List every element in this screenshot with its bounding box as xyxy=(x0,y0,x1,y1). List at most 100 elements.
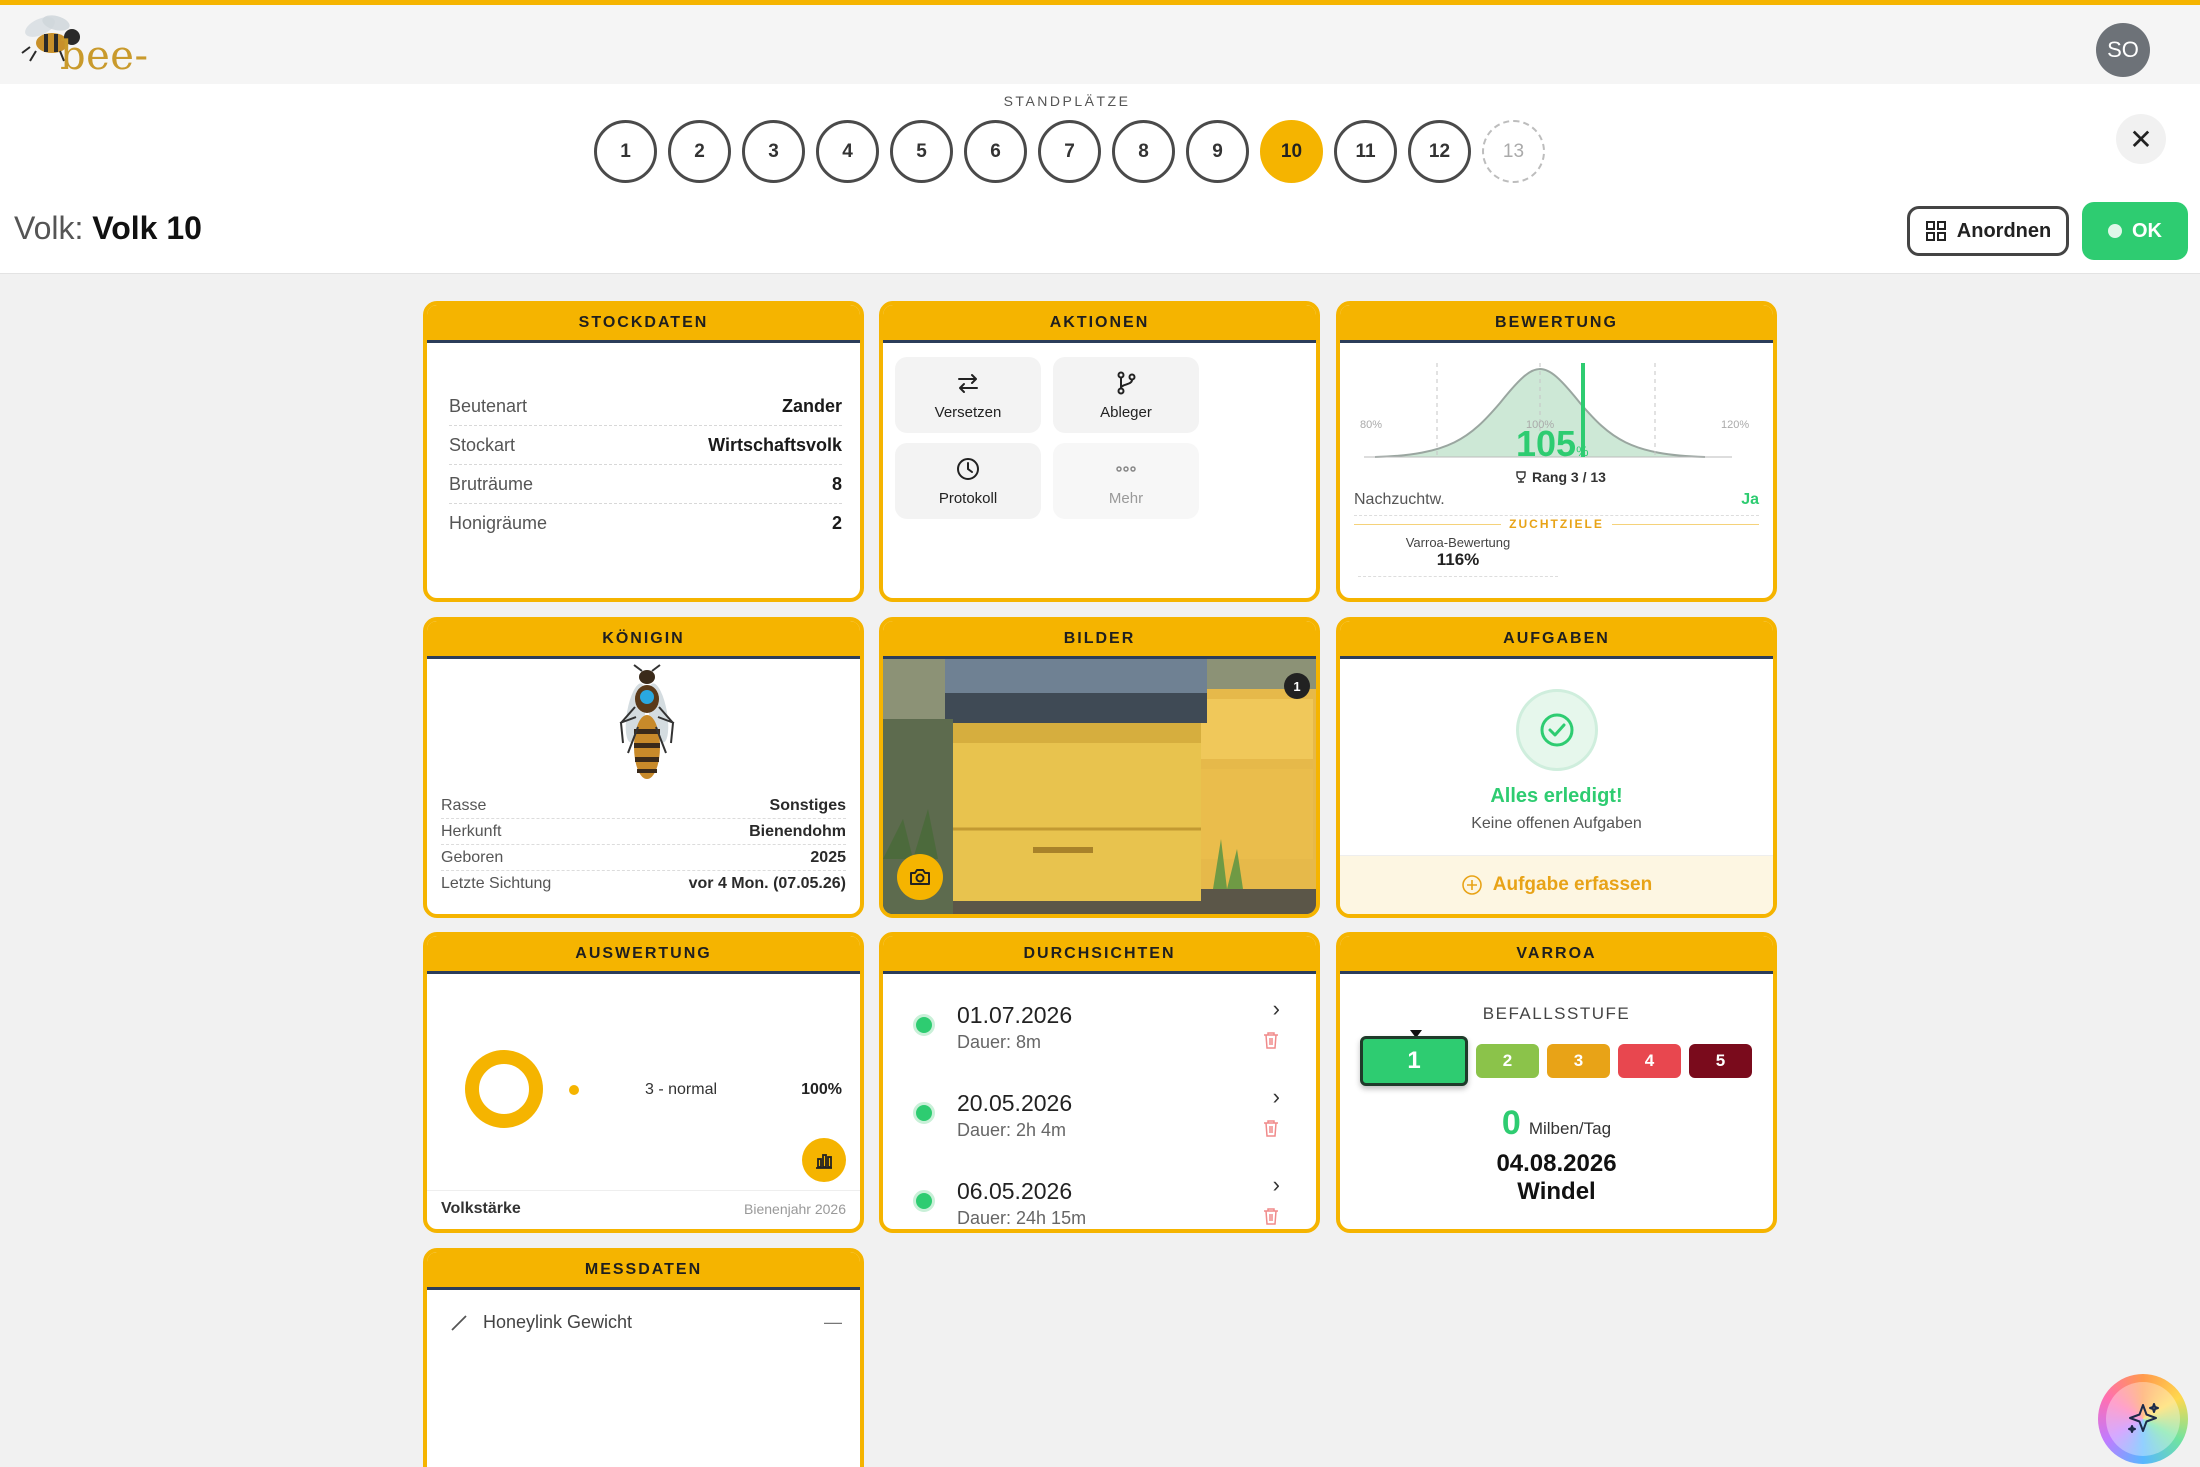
volk-header: STANDPLÄTZE 1 2 3 4 5 6 7 8 9 10 11 12 1… xyxy=(0,84,2200,274)
standplatz-9[interactable]: 9 xyxy=(1186,120,1249,183)
chart-details-button[interactable] xyxy=(802,1138,846,1182)
trash-icon[interactable] xyxy=(1262,1118,1280,1138)
queen-row: Geboren 2025 xyxy=(441,845,846,871)
standplatz-12[interactable]: 12 xyxy=(1408,120,1471,183)
durchsichten-list: 01.07.2026 Dauer: 8m › 20.05.2026 Dauer:… xyxy=(883,974,1316,1229)
standplatz-8[interactable]: 8 xyxy=(1112,120,1175,183)
zuchtziele-label: ZUCHTZIELE xyxy=(1509,517,1604,531)
row-key: Rasse xyxy=(441,797,487,814)
card-title: MESSDATEN xyxy=(427,1252,860,1290)
hive-photo-image xyxy=(883,659,1316,914)
standplatz-5[interactable]: 5 xyxy=(890,120,953,183)
score-number: 105 xyxy=(1516,423,1577,464)
camera-icon xyxy=(910,869,930,885)
chevron-right-icon[interactable]: › xyxy=(1273,1172,1280,1198)
branch-icon xyxy=(1117,371,1136,394)
chevron-right-icon[interactable]: › xyxy=(1273,996,1280,1022)
nachzucht-label: Nachzuchtw. xyxy=(1354,491,1445,508)
row-key: Honigräume xyxy=(449,513,548,533)
auswertung-body: 3 - normal 100% xyxy=(427,974,860,1190)
card-aktionen: AKTIONEN Versetzen Ableger Protokoll Meh… xyxy=(879,301,1320,602)
card-bilder: BILDER 1 xyxy=(879,617,1320,918)
row-value: Bienendohm xyxy=(749,823,846,840)
top-bar: bee-pilot.io SO xyxy=(0,0,2200,125)
inspection-item[interactable]: 06.05.2026 Dauer: 24h 15m › xyxy=(883,1150,1316,1229)
rank-badge: Rang 3 / 13 xyxy=(1506,467,1614,487)
mehr-button[interactable]: Mehr xyxy=(1053,443,1199,519)
status-dot-icon xyxy=(2108,224,2122,238)
varroa-body: BEFALLSSTUFE 1 2 3 4 5 0 Milben/Tag 04.0… xyxy=(1340,974,1773,1229)
standplaetze-label: STANDPLÄTZE xyxy=(1003,93,1131,109)
scale-line-icon xyxy=(451,1314,467,1331)
card-title: AUFGABEN xyxy=(1340,621,1773,659)
hive-photo[interactable]: 1 xyxy=(883,659,1316,914)
card-durchsichten: DURCHSICHTEN 01.07.2026 Dauer: 8m › 20.0… xyxy=(879,932,1320,1233)
user-avatar[interactable]: SO xyxy=(2096,23,2150,77)
level-4[interactable]: 4 xyxy=(1618,1044,1681,1078)
card-title: VARROA xyxy=(1340,936,1773,974)
level-3[interactable]: 3 xyxy=(1547,1044,1610,1078)
standplatz-3[interactable]: 3 xyxy=(742,120,805,183)
messdaten-item-value: — xyxy=(824,1312,842,1332)
aufgabe-erfassen-label: Aufgabe erfassen xyxy=(1492,874,1653,895)
volk-title: Volk: Volk 10 xyxy=(14,210,202,247)
camera-button[interactable] xyxy=(897,854,943,900)
level-2[interactable]: 2 xyxy=(1476,1044,1539,1078)
standplatz-1[interactable]: 1 xyxy=(594,120,657,183)
protokoll-button[interactable]: Protokoll xyxy=(895,443,1041,519)
trash-icon[interactable] xyxy=(1262,1206,1280,1226)
inspection-item[interactable]: 01.07.2026 Dauer: 8m › xyxy=(883,974,1316,1062)
milben-unit: Milben/Tag xyxy=(1528,1119,1612,1138)
milben-value: 0 xyxy=(1501,1104,1521,1142)
nachzucht-value: Ja xyxy=(1741,491,1759,508)
level-1-selected[interactable]: 1 xyxy=(1360,1036,1468,1086)
standplatz-7[interactable]: 7 xyxy=(1038,120,1101,183)
card-bewertung: BEWERTUNG 80% 100% 120% 105% Rang 3 / 13… xyxy=(1336,301,1777,602)
standplatz-6[interactable]: 6 xyxy=(964,120,1027,183)
stockdaten-list: Beutenart Zander Stockart Wirtschaftsvolk … xyxy=(427,343,860,542)
ai-assistant-button[interactable] xyxy=(2098,1374,2188,1464)
volkstaerke-donut-chart xyxy=(465,1050,543,1128)
close-icon: ✕ xyxy=(2129,123,2153,155)
card-auswertung: AUSWERTUNG 3 - normal 100% Volkstärke Bi… xyxy=(423,932,864,1233)
ok-label: OK xyxy=(2132,219,2162,242)
row-value: 2025 xyxy=(810,849,846,866)
messdaten-item[interactable]: Honeylink Gewicht — xyxy=(427,1290,860,1333)
inspection-date: 01.07.2026 xyxy=(957,1002,1073,1028)
row-key: Stockart xyxy=(449,435,516,455)
aufgaben-done-title: Alles erledigt! xyxy=(1490,785,1623,807)
close-button[interactable]: ✕ xyxy=(2116,114,2166,164)
stock-row: Beutenart Zander xyxy=(449,387,842,426)
status-green-dot xyxy=(913,1014,935,1036)
row-value: Zander xyxy=(781,396,842,416)
action-label: Mehr xyxy=(1108,489,1144,507)
standplatz-10-active[interactable]: 10 xyxy=(1260,120,1323,183)
ableger-button[interactable]: Ableger xyxy=(1053,357,1199,433)
row-value: Sonstiges xyxy=(769,797,846,814)
standplatz-11[interactable]: 11 xyxy=(1334,120,1397,183)
standplatz-4[interactable]: 4 xyxy=(816,120,879,183)
legend-value: 100% xyxy=(801,1081,842,1098)
inspection-item[interactable]: 20.05.2026 Dauer: 2h 4m › xyxy=(883,1062,1316,1150)
versetzen-button[interactable]: Versetzen xyxy=(895,357,1041,433)
legend-dot xyxy=(569,1085,579,1095)
anordnen-button[interactable]: Anordnen xyxy=(1907,206,2069,256)
koenigin-list: Rasse Sonstiges Herkunft Bienendohm Gebore… xyxy=(427,793,860,896)
standplatz-2[interactable]: 2 xyxy=(668,120,731,183)
level-5[interactable]: 5 xyxy=(1689,1044,1752,1078)
chevron-right-icon[interactable]: › xyxy=(1273,1084,1280,1110)
app-logo[interactable]: bee-pilot.io xyxy=(14,13,274,125)
row-key: Bruträume xyxy=(449,474,534,494)
inspection-duration: Dauer: 2h 4m xyxy=(957,1120,1067,1140)
score-value: 105% xyxy=(1516,423,1589,465)
queen-row: Letzte Sichtung vor 4 Mon. (07.05.26) xyxy=(441,871,846,896)
action-label: Ableger xyxy=(1100,403,1152,421)
inspection-date: 06.05.2026 xyxy=(957,1178,1073,1204)
befall-level-scale: 1 2 3 4 5 xyxy=(1360,1036,1752,1086)
ok-button[interactable]: OK xyxy=(2082,202,2188,260)
stock-row: Honigräume 2 xyxy=(449,504,842,542)
trash-icon[interactable] xyxy=(1262,1030,1280,1050)
aufgabe-erfassen-button[interactable]: Aufgabe erfassen xyxy=(1340,855,1773,914)
standplatz-13-empty[interactable]: 13 xyxy=(1482,120,1545,183)
aktionen-grid: Versetzen Ableger Protokoll Mehr xyxy=(883,343,1316,519)
